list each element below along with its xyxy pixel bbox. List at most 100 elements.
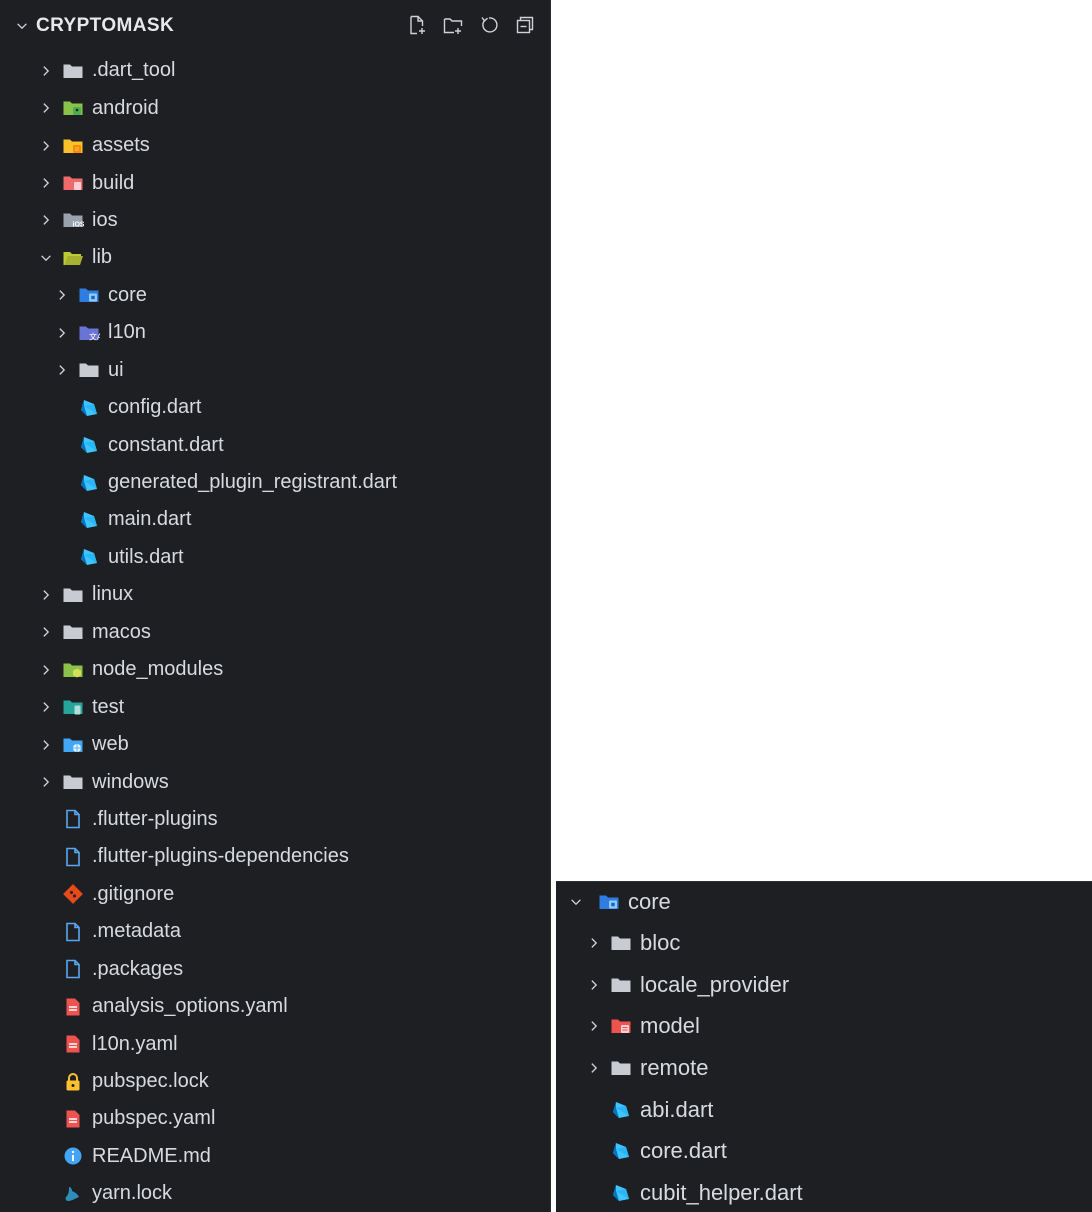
folder-icon — [62, 61, 84, 81]
file-item[interactable]: .gitignore — [0, 876, 550, 913]
yarn-icon — [62, 1184, 84, 1204]
item-label: build — [92, 171, 135, 194]
core-folder-icon — [78, 285, 100, 305]
chevron-right-icon[interactable] — [38, 587, 54, 603]
file-item[interactable]: generated_plugin_registrant.dart — [0, 464, 550, 501]
file-item[interactable]: .flutter-plugins — [0, 801, 550, 838]
explorer-actions — [404, 12, 538, 38]
folder-item[interactable]: build — [0, 164, 550, 201]
item-label: linux — [92, 583, 134, 606]
file-item[interactable]: config.dart — [0, 389, 550, 426]
folder-item[interactable]: test — [0, 688, 550, 725]
chevron-right-icon[interactable] — [54, 287, 70, 303]
folder-item[interactable]: assets — [0, 127, 550, 164]
chevron-right-icon[interactable] — [38, 624, 54, 640]
chevron-right-icon[interactable] — [38, 699, 54, 715]
item-label: node_modules — [92, 658, 224, 681]
yaml-icon — [62, 997, 84, 1017]
file-item[interactable]: utils.dart — [0, 539, 550, 576]
file-item[interactable]: analysis_options.yaml — [0, 988, 550, 1025]
core-folder-tree: bloc locale_provider model remote abi.dart co… — [556, 922, 1092, 1212]
file-item[interactable]: core.dart — [556, 1130, 1092, 1172]
folder-item[interactable]: locale_provider — [556, 964, 1092, 1006]
folder-item[interactable]: remote — [556, 1047, 1092, 1089]
chevron-right-icon[interactable] — [38, 212, 54, 228]
chevron-right-icon[interactable] — [586, 977, 602, 993]
item-label: core — [108, 283, 147, 306]
collapse-all-icon[interactable] — [512, 12, 538, 38]
folder-item[interactable]: core — [0, 277, 550, 314]
chevron-right-icon[interactable] — [54, 362, 70, 378]
chevron-right-icon[interactable] — [586, 1018, 602, 1034]
item-label: .flutter-plugins-dependencies — [92, 845, 349, 868]
item-label: android — [92, 96, 159, 119]
file-item[interactable]: pubspec.lock — [0, 1063, 550, 1100]
chevron-right-icon[interactable] — [38, 63, 54, 79]
model-folder-icon — [610, 1016, 632, 1036]
core-folder-icon — [598, 892, 620, 912]
chevron-down-icon[interactable] — [568, 894, 584, 910]
chevron-down-icon[interactable] — [38, 250, 54, 266]
chevron-right-icon[interactable] — [586, 935, 602, 951]
core-folder-header[interactable]: core — [556, 882, 1092, 922]
chevron-right-icon[interactable] — [38, 175, 54, 191]
folder-item[interactable]: linux — [0, 576, 550, 613]
file-item[interactable]: yarn.lock — [0, 1175, 550, 1212]
folder-item[interactable]: bloc — [556, 922, 1092, 964]
file-item[interactable]: pubspec.yaml — [0, 1100, 550, 1137]
item-label: web — [92, 733, 129, 756]
item-label: .flutter-plugins — [92, 807, 218, 830]
chevron-right-icon[interactable] — [54, 325, 70, 341]
folder-icon — [62, 772, 84, 792]
item-label: assets — [92, 134, 150, 157]
dart-icon — [78, 510, 100, 530]
chevron-right-icon[interactable] — [38, 138, 54, 154]
file-item[interactable]: .metadata — [0, 913, 550, 950]
explorer-header[interactable]: CRYPTOMASK — [0, 0, 550, 52]
folder-item[interactable]: web — [0, 726, 550, 763]
item-label: ios — [92, 208, 118, 231]
item-label: l10n — [108, 321, 146, 344]
new-file-icon[interactable] — [404, 12, 430, 38]
chevron-right-icon[interactable] — [38, 737, 54, 753]
item-label: generated_plugin_registrant.dart — [108, 471, 398, 494]
item-label: pubspec.lock — [92, 1070, 209, 1093]
file-item[interactable]: cubit_helper.dart — [556, 1172, 1092, 1212]
chevron-right-icon[interactable] — [38, 774, 54, 790]
test-folder-icon — [62, 697, 84, 717]
folder-item[interactable]: android — [0, 89, 550, 126]
info-icon — [62, 1146, 84, 1166]
folder-item[interactable]: macos — [0, 614, 550, 651]
folder-item[interactable]: node_modules — [0, 651, 550, 688]
file-item[interactable]: .flutter-plugins-dependencies — [0, 838, 550, 875]
folder-item[interactable]: windows — [0, 763, 550, 800]
chevron-right-icon[interactable] — [586, 1060, 602, 1076]
svg-text:iOS: iOS — [73, 222, 85, 229]
item-label: abi.dart — [640, 1096, 714, 1122]
refresh-icon[interactable] — [476, 12, 502, 38]
folder-item[interactable]: lib — [0, 239, 550, 276]
chevron-down-icon[interactable] — [14, 18, 30, 34]
folder-item[interactable]: 文A l10n — [0, 314, 550, 351]
file-item[interactable]: constant.dart — [0, 426, 550, 463]
item-label: .metadata — [92, 920, 181, 943]
folder-item[interactable]: iOS ios — [0, 202, 550, 239]
file-item[interactable]: abi.dart — [556, 1089, 1092, 1131]
web-folder-icon — [62, 735, 84, 755]
chevron-right-icon[interactable] — [38, 100, 54, 116]
file-item[interactable]: main.dart — [0, 501, 550, 538]
chevron-right-icon[interactable] — [38, 662, 54, 678]
file-item[interactable]: .packages — [0, 951, 550, 988]
folder-item[interactable]: model — [556, 1005, 1092, 1047]
folder-item[interactable]: ui — [0, 352, 550, 389]
explorer-title: CRYPTOMASK — [36, 15, 175, 36]
folder-item[interactable]: .dart_tool — [0, 52, 550, 89]
file-item[interactable]: l10n.yaml — [0, 1025, 550, 1062]
git-icon — [62, 884, 84, 905]
file-item[interactable]: README.md — [0, 1138, 550, 1175]
new-folder-icon[interactable] — [440, 12, 466, 38]
